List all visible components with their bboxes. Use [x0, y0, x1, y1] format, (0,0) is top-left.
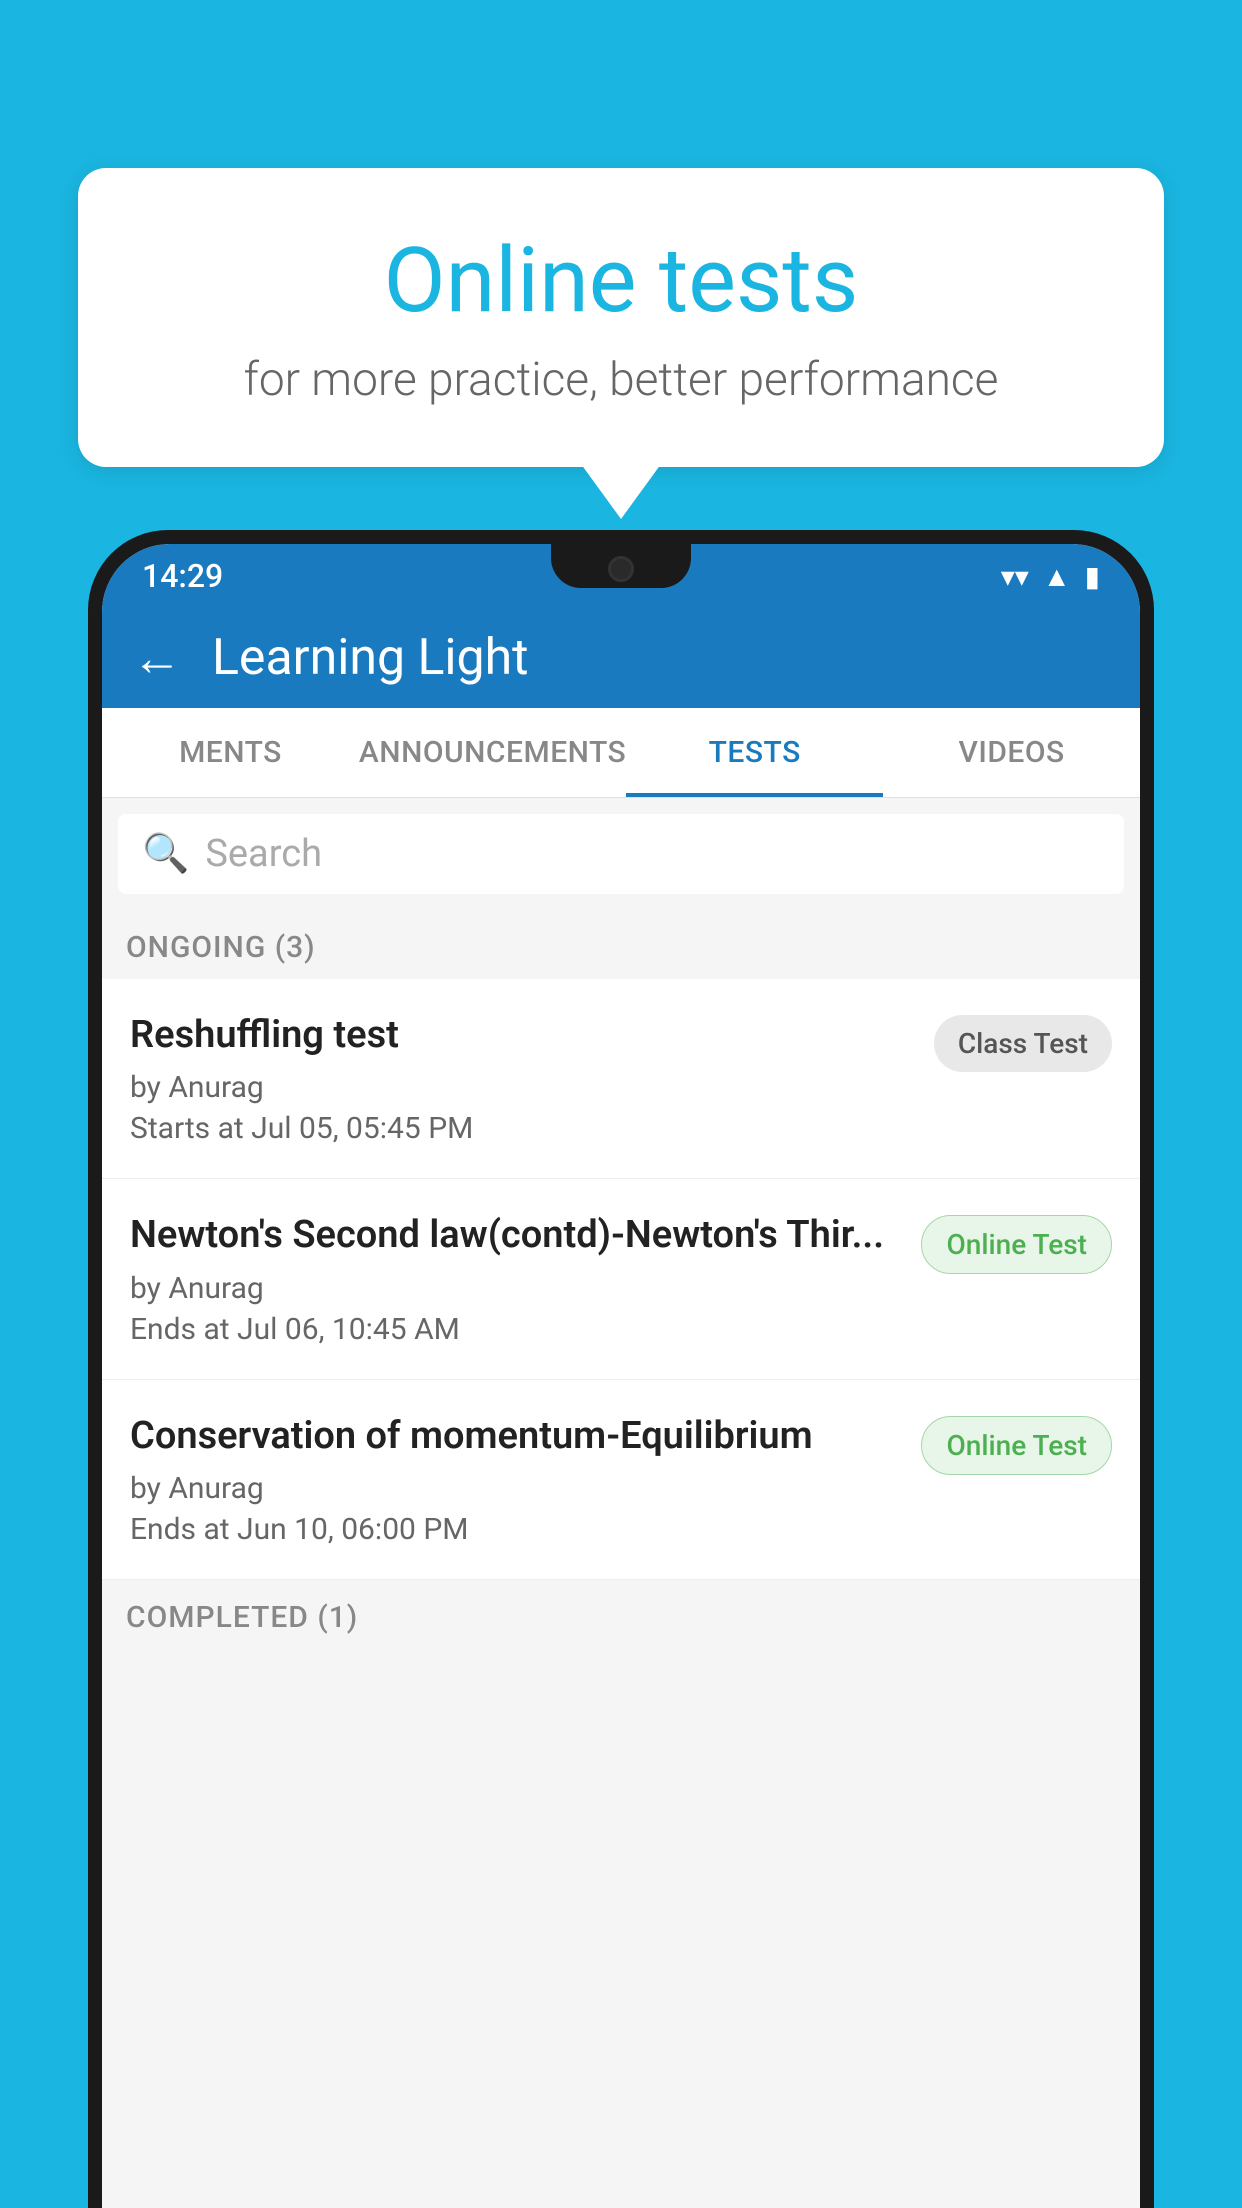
test-info: Newton's Second law(contd)-Newton's Thir… — [130, 1211, 905, 1346]
speech-bubble: Online tests for more practice, better p… — [78, 168, 1164, 467]
search-bar[interactable]: 🔍 Search — [118, 814, 1124, 894]
camera — [608, 556, 634, 582]
test-info: Conservation of momentum-Equilibrium by … — [130, 1412, 905, 1547]
test-time: Ends at Jul 06, 10:45 AM — [130, 1312, 905, 1347]
test-author: by Anurag — [130, 1471, 905, 1506]
test-item[interactable]: Reshuffling test by Anurag Starts at Jul… — [102, 979, 1140, 1179]
test-time: Ends at Jun 10, 06:00 PM — [130, 1512, 905, 1547]
bubble-title: Online tests — [148, 228, 1094, 333]
wifi-icon: ▾▾ — [1001, 560, 1029, 593]
tab-announcements[interactable]: ANNOUNCEMENTS — [359, 708, 626, 797]
status-icons: ▾▾ ▲ ▮ — [1001, 560, 1100, 593]
search-icon: 🔍 — [142, 832, 189, 876]
ongoing-section-header: ONGOING (3) — [102, 910, 1140, 979]
back-button[interactable]: ← — [132, 629, 182, 688]
app-bar: ← Learning Light — [102, 608, 1140, 708]
test-item[interactable]: Conservation of momentum-Equilibrium by … — [102, 1380, 1140, 1580]
test-list: Reshuffling test by Anurag Starts at Jul… — [102, 979, 1140, 1580]
search-placeholder: Search — [205, 832, 322, 876]
test-name: Conservation of momentum-Equilibrium — [130, 1412, 905, 1461]
completed-section-header: COMPLETED (1) — [102, 1580, 1140, 1649]
battery-icon: ▮ — [1085, 560, 1100, 593]
notch — [551, 544, 691, 588]
test-info: Reshuffling test by Anurag Starts at Jul… — [130, 1011, 918, 1146]
screen-content: 🔍 Search ONGOING (3) Reshuffling test by… — [102, 798, 1140, 2208]
test-badge-online: Online Test — [921, 1215, 1112, 1274]
test-name: Reshuffling test — [130, 1011, 918, 1060]
app-title: Learning Light — [212, 629, 529, 687]
test-name: Newton's Second law(contd)-Newton's Thir… — [130, 1211, 905, 1260]
test-badge-online-2: Online Test — [921, 1416, 1112, 1475]
test-time: Starts at Jul 05, 05:45 PM — [130, 1111, 918, 1146]
status-time: 14:29 — [142, 557, 223, 595]
tab-ments[interactable]: MENTS — [102, 708, 359, 797]
phone-frame: 14:29 ▾▾ ▲ ▮ ← Learning Light MENTS ANNO… — [88, 530, 1154, 2208]
test-item[interactable]: Newton's Second law(contd)-Newton's Thir… — [102, 1179, 1140, 1379]
tab-videos[interactable]: VIDEOS — [883, 708, 1140, 797]
test-author: by Anurag — [130, 1070, 918, 1105]
test-author: by Anurag — [130, 1271, 905, 1306]
signal-icon: ▲ — [1043, 560, 1071, 593]
tab-tests[interactable]: TESTS — [626, 708, 883, 797]
test-badge-class: Class Test — [934, 1015, 1112, 1072]
phone-inner: 14:29 ▾▾ ▲ ▮ ← Learning Light MENTS ANNO… — [102, 544, 1140, 2208]
tabs-bar: MENTS ANNOUNCEMENTS TESTS VIDEOS — [102, 708, 1140, 798]
phone-screen: 14:29 ▾▾ ▲ ▮ ← Learning Light MENTS ANNO… — [102, 544, 1140, 2208]
bubble-subtitle: for more practice, better performance — [148, 353, 1094, 407]
